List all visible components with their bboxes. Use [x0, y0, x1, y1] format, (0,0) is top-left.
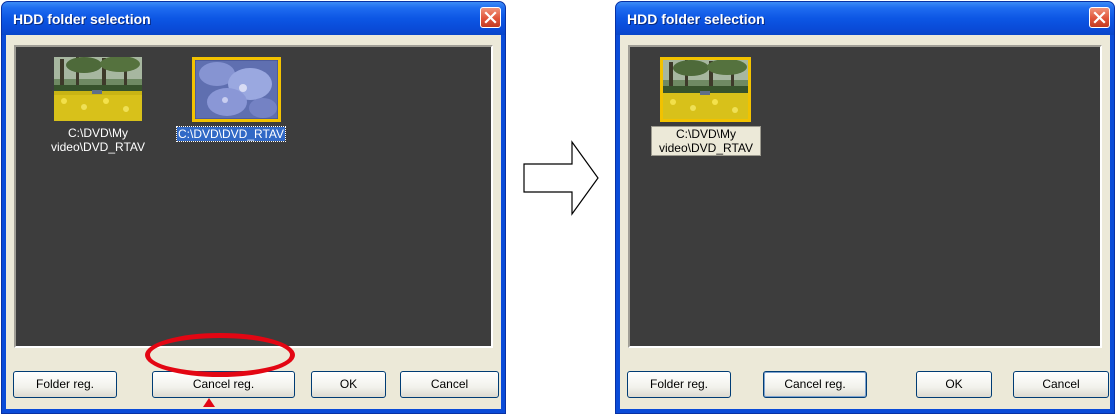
folder-reg-button[interactable]: Folder reg. — [13, 371, 117, 398]
folder-caption-selected[interactable]: C:\DVD\DVD_RTAV — [175, 126, 287, 142]
folder-caption-line2: video\DVD_RTAV — [658, 141, 754, 155]
folder-list-panel[interactable]: C:\DVD\My video\DVD_RTAV — [628, 45, 1102, 348]
flower-field-image — [54, 57, 142, 121]
ok-button[interactable]: OK — [916, 371, 992, 398]
folder-caption-selected[interactable]: C:\DVD\My video\DVD_RTAV — [651, 126, 761, 156]
folder-caption-line2: video\DVD_RTAV — [50, 140, 146, 154]
cancel-button[interactable]: Cancel — [400, 371, 499, 398]
folder-thumbnail-my-video[interactable] — [660, 57, 751, 122]
folder-caption[interactable]: C:\DVD\My video\DVD_RTAV — [44, 126, 152, 154]
folder-list-panel[interactable]: C:\DVD\My video\DVD_RTAV C:\DVD\DVD_RTAV — [14, 45, 493, 348]
close-icon — [484, 11, 497, 24]
folder-caption-line1: C:\DVD\My — [68, 126, 128, 140]
cancel-reg-button[interactable]: Cancel reg. — [763, 371, 867, 398]
folder-caption-line1: C:\DVD\My — [676, 127, 736, 141]
folder-reg-button[interactable]: Folder reg. — [627, 371, 731, 398]
title-bar[interactable]: HDD folder selection — [616, 2, 1114, 35]
close-button[interactable] — [1089, 7, 1110, 28]
right-arrow-icon — [522, 140, 602, 221]
title-bar[interactable]: HDD folder selection — [2, 2, 505, 35]
dialog-title: HDD folder selection — [627, 11, 765, 27]
pointer-arrow-icon — [203, 398, 215, 407]
dialog-title: HDD folder selection — [13, 11, 151, 27]
highlight-ellipse — [145, 333, 295, 377]
flower-field-image — [663, 60, 748, 119]
cancel-button[interactable]: Cancel — [1013, 371, 1109, 398]
dialog-body: C:\DVD\My video\DVD_RTAV Folder reg. Can… — [620, 35, 1110, 409]
close-icon — [1093, 11, 1106, 24]
ok-button[interactable]: OK — [311, 371, 386, 398]
folder-selection-dialog-after: HDD folder selection C:\DVD\My video\DVD… — [615, 1, 1115, 414]
folder-thumbnail-dvd-rtav[interactable] — [192, 57, 281, 122]
close-button[interactable] — [480, 7, 501, 28]
purple-flower-image — [195, 60, 278, 119]
folder-thumbnail-my-video[interactable] — [54, 57, 142, 121]
